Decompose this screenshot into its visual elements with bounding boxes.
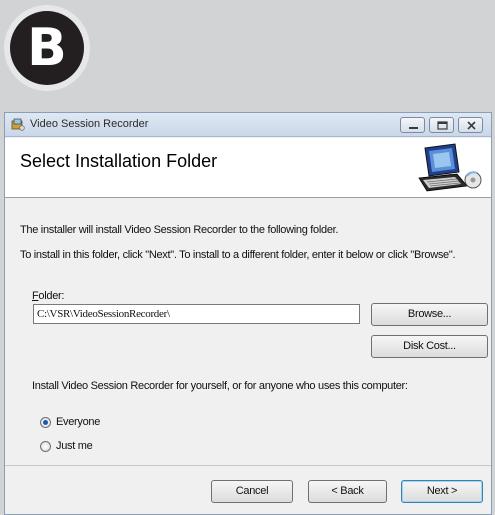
browse-button[interactable]: Browse...: [371, 303, 488, 326]
footer-divider: [5, 465, 491, 466]
close-icon: [467, 121, 476, 130]
folder-label: Folder:: [32, 290, 64, 302]
page-title: Select Installation Folder: [20, 151, 218, 171]
folder-label-rest: older:: [38, 290, 65, 302]
minimize-icon: [409, 127, 418, 129]
computer-install-icon: [411, 142, 483, 201]
radio-everyone[interactable]: [40, 417, 51, 428]
maximize-button[interactable]: [429, 117, 454, 133]
back-button[interactable]: < Back: [308, 480, 387, 503]
next-button[interactable]: Next >: [401, 480, 483, 503]
close-button[interactable]: [458, 117, 483, 133]
option-everyone-label[interactable]: Everyone: [56, 416, 100, 428]
maximize-icon: [437, 121, 448, 130]
minimize-button[interactable]: [400, 117, 425, 133]
wizard-header: Select Installation Folder: [5, 138, 491, 198]
window-title: Video Session Recorder: [30, 118, 149, 130]
cancel-button[interactable]: Cancel: [211, 480, 293, 503]
instruction-text: To install in this folder, click "Next".…: [20, 249, 456, 261]
installer-window: Video Session Recorder Select Installati…: [4, 112, 492, 515]
option-just-me-label[interactable]: Just me: [56, 440, 93, 452]
disk-cost-button[interactable]: Disk Cost...: [371, 335, 488, 358]
title-bar[interactable]: Video Session Recorder: [5, 113, 491, 137]
folder-path-input[interactable]: C:\VSR\VideoSessionRecorder\: [33, 304, 360, 324]
installer-app-icon: [11, 118, 25, 132]
radio-just-me[interactable]: [40, 441, 51, 452]
step-badge-letter: B: [10, 11, 84, 85]
radio-selected-dot: [43, 420, 48, 425]
step-badge: B: [4, 5, 90, 91]
install-for-question: Install Video Session Recorder for yours…: [32, 380, 408, 392]
intro-text: The installer will install Video Session…: [20, 224, 339, 236]
